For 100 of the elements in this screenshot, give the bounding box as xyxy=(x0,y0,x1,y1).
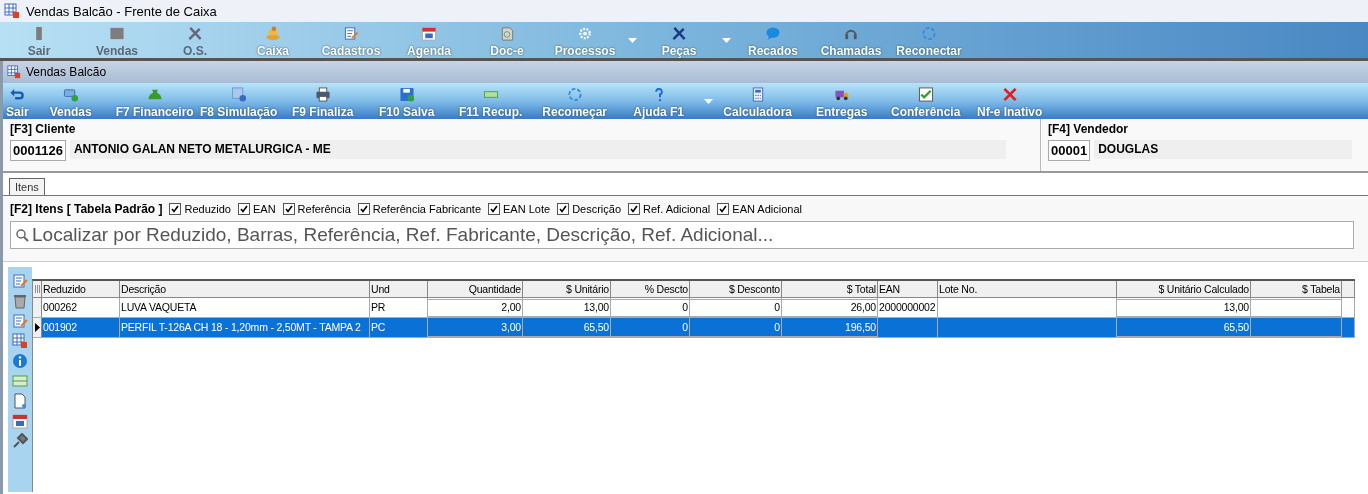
column-header[interactable]: $ Unitário Calculado xyxy=(1117,281,1251,300)
note-pencil-icon xyxy=(343,26,359,41)
toolbar-button[interactable]: Caixa xyxy=(234,22,312,58)
grid-icon xyxy=(12,333,28,349)
square-icon xyxy=(109,26,125,41)
column-header[interactable]: Quantidade xyxy=(428,281,523,300)
toolbar-button[interactable]: Sair xyxy=(6,83,29,119)
table-cell: PC xyxy=(370,318,428,337)
calendar-icon xyxy=(421,26,437,41)
toolbar-button[interactable]: Conferência xyxy=(883,83,968,119)
toolbar-button[interactable]: Doc-e xyxy=(468,22,546,58)
code-field[interactable]: 00001 xyxy=(1048,140,1091,161)
search-field[interactable]: Localizar por Reduzido, Barras, Referência, Ref. Fabricante, Descrição, Ref. Adicional... xyxy=(10,221,1354,249)
column-header[interactable]: % Descto xyxy=(611,281,690,300)
table-cell: 000262 xyxy=(42,298,120,317)
coins-icon xyxy=(265,26,281,41)
trash-button[interactable] xyxy=(12,293,28,309)
document-icon xyxy=(499,26,515,41)
toolbar-button[interactable]: Agenda xyxy=(390,22,468,58)
table-cell: 0 xyxy=(611,318,690,337)
document-button[interactable] xyxy=(12,393,28,409)
table-cell: LUVA VAQUETA xyxy=(120,298,370,317)
toolbar-button[interactable]: Recados xyxy=(734,22,812,58)
table-icon xyxy=(12,373,28,389)
field-label: [F3] Cliente xyxy=(10,122,77,136)
app-icon xyxy=(7,65,21,79)
checkbox[interactable] xyxy=(237,203,250,215)
table-cell: 26,00 xyxy=(782,298,878,317)
note-pencil-icon xyxy=(12,313,28,329)
checkbox[interactable] xyxy=(169,203,182,215)
column-header[interactable]: EAN xyxy=(878,281,938,297)
name-field: DOUGLAS xyxy=(1094,140,1353,159)
window-title: Vendas Balcão - Frente de Caixa xyxy=(26,3,217,19)
checkbox[interactable] xyxy=(717,203,730,215)
table-row[interactable]: 001902 PERFIL T-126A CH 18 - 1,20mm - 2,50MT - TAMPA 2 PC 3,00 65,50 0 0 196,50 65,50 xyxy=(33,318,1355,338)
checkbox-label: Referência xyxy=(297,203,351,215)
toolbar-button[interactable]: F8 Simulação xyxy=(196,83,281,119)
column-header[interactable]: Lote No. xyxy=(938,281,1117,297)
checkbox[interactable] xyxy=(628,203,641,215)
calendar-icon xyxy=(12,413,28,429)
toolbar-button[interactable]: Reconectar xyxy=(890,22,968,58)
toolbar-button[interactable]: Recomeçar xyxy=(532,83,617,119)
table-cell: 2000000002 xyxy=(878,298,938,317)
toolbar-button[interactable]: Processos xyxy=(546,22,624,58)
toolbar-button[interactable]: Cadastros xyxy=(312,22,390,58)
row-header[interactable] xyxy=(33,318,42,337)
dropdown-caret-icon xyxy=(703,98,713,104)
search-icon xyxy=(15,228,29,242)
document-icon xyxy=(12,393,28,409)
gear-icon xyxy=(577,26,593,41)
toolbar-button[interactable]: Ajuda F1 xyxy=(616,83,701,119)
checkbox[interactable] xyxy=(282,203,295,215)
table-cell: 3,00 xyxy=(428,318,523,337)
grid-button[interactable] xyxy=(12,333,28,349)
column-header[interactable]: $ Unitário xyxy=(523,281,611,300)
note-pencil-button[interactable] xyxy=(12,273,28,289)
toolbar-button[interactable]: Calculadora xyxy=(715,83,800,119)
table-cell: 001902 xyxy=(42,318,120,337)
dropdown-caret-icon xyxy=(627,37,637,43)
checkbox[interactable] xyxy=(357,203,370,215)
app-icon xyxy=(4,3,20,19)
column-header[interactable]: Und xyxy=(370,281,428,297)
column-header[interactable]: Reduzido xyxy=(42,281,120,297)
section-label: [F2] Itens [ Tabela Padrão ] xyxy=(10,202,163,216)
column-header[interactable]: $ Desconto xyxy=(690,281,782,300)
toolbar-button[interactable]: F11 Recup. xyxy=(448,83,533,119)
checkbox[interactable] xyxy=(557,203,570,215)
checkbox-label: EAN Adicional xyxy=(732,203,802,215)
table-cell: 13,00 xyxy=(1117,298,1251,317)
note-pencil-button[interactable] xyxy=(12,313,28,329)
column-header[interactable]: $ Tabela xyxy=(1251,281,1342,300)
code-field[interactable]: 0001126 xyxy=(10,140,66,161)
toolbar-button[interactable]: F10 Salva xyxy=(364,83,449,119)
note-pencil-icon xyxy=(12,273,28,289)
toolbar-button[interactable]: Vendas xyxy=(28,83,113,119)
table-cell: 65,50 xyxy=(523,318,611,337)
column-header[interactable]: $ Total xyxy=(782,281,878,300)
toolbar-button[interactable]: Chamadas xyxy=(812,22,890,58)
tab[interactable]: Itens xyxy=(9,178,45,195)
table-cell: PR xyxy=(370,298,428,317)
table-cell: 13,00 xyxy=(523,298,611,317)
money-bag-icon xyxy=(146,87,163,102)
calendar-button[interactable] xyxy=(12,413,28,429)
toolbar-button[interactable]: Nf-e Inativo xyxy=(967,83,1052,119)
back-arrow-icon xyxy=(9,87,26,102)
table-cell: 65,50 xyxy=(1117,318,1251,337)
column-header[interactable]: Descrição xyxy=(120,281,370,297)
checkbox[interactable] xyxy=(488,203,501,215)
cards-icon xyxy=(62,87,79,102)
info-button[interactable] xyxy=(12,353,28,369)
table-cell: 196,50 xyxy=(782,318,878,337)
toolbar-button[interactable]: F7 Financeiro xyxy=(112,83,197,119)
chat-bubble-icon xyxy=(765,26,781,41)
toolbar-button[interactable]: F9 Finaliza xyxy=(280,83,365,119)
column-menu-icon xyxy=(34,284,40,294)
dropdown-caret-icon xyxy=(721,37,731,43)
toolbar-button[interactable]: Peças xyxy=(640,22,718,58)
trash-icon xyxy=(12,293,28,309)
checkmark-icon xyxy=(917,87,934,102)
toolbar-button[interactable]: Entregas xyxy=(799,83,884,119)
